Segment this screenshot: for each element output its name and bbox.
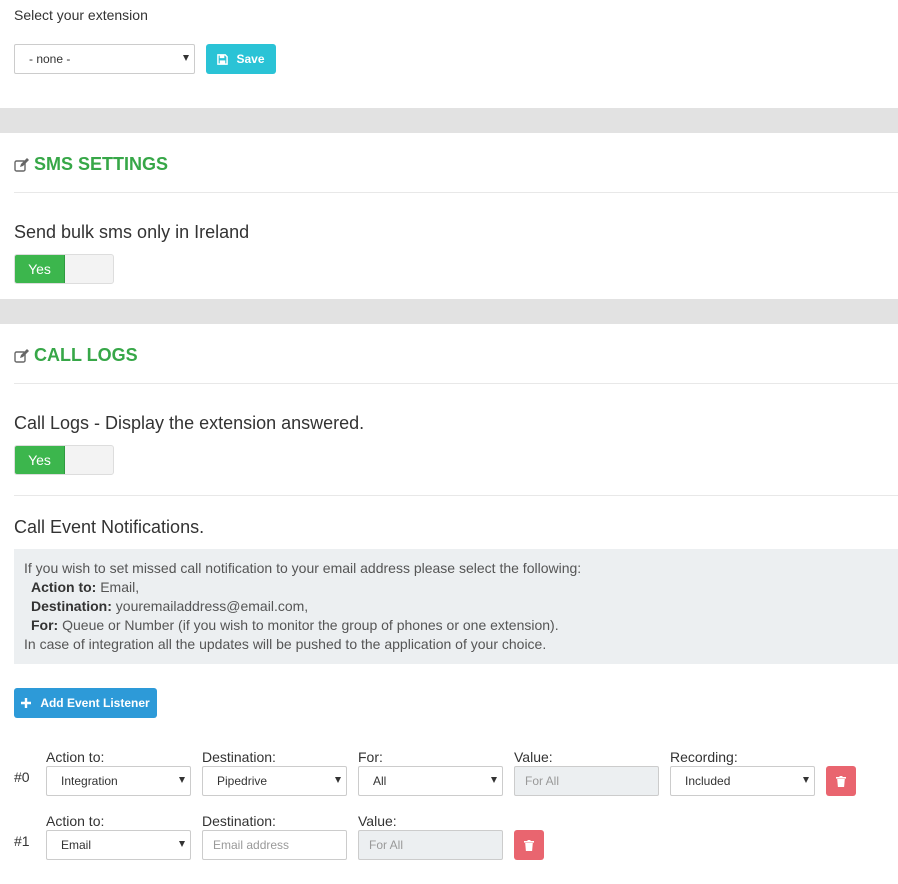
for-value: All [373,774,387,788]
value-input[interactable]: For All [358,830,503,860]
extension-select[interactable]: - none - [14,44,195,74]
listener-number: #0 [14,769,30,785]
notification-info-box: If you wish to set missed call notificat… [14,549,898,664]
call-logs-title: CALL LOGS [34,345,138,365]
display-extension-toggle[interactable]: Yes [14,445,114,475]
recording-label: Recording: [670,749,738,765]
bulk-sms-label: Send bulk sms only in Ireland [14,222,250,242]
edit-icon [14,157,29,172]
caret-down-icon [179,841,185,847]
destination-select[interactable]: Pipedrive [202,766,347,796]
info-line: Destination: youremailaddress@email.com, [24,597,888,616]
plus-icon [21,698,32,708]
info-key: Action to: [31,579,97,595]
recording-value: Included [685,774,731,788]
bulk-sms-toggle[interactable]: Yes [14,254,114,284]
toggle-on-label: Yes [15,255,65,283]
action-to-select[interactable]: Email [46,830,191,860]
info-line: Action to: Email, [24,578,888,597]
listener-number: #1 [14,833,30,849]
destination-label: Destination: [202,813,276,829]
caret-down-icon [491,777,497,783]
destination-label: Destination: [202,749,276,765]
value-label: Value: [358,813,397,829]
info-line: If you wish to set missed call notificat… [24,560,582,576]
info-line: In case of integration all the updates w… [24,636,547,652]
action-to-value: Email [61,838,92,852]
floppy-icon [217,53,229,65]
add-event-listener-label: Add Event Listener [40,696,150,710]
action-to-select[interactable]: Integration [46,766,191,796]
sms-settings-title: SMS SETTINGS [34,154,169,174]
info-key: For: [31,617,59,633]
recording-select[interactable]: Included [670,766,815,796]
extension-label: Select your extension [14,7,148,23]
add-event-listener-button[interactable]: Add Event Listener [14,688,157,718]
info-value: youremailaddress@email.com, [111,598,309,614]
sms-settings-header: SMS SETTINGS [14,154,168,175]
info-line: For: Queue or Number (if you wish to mon… [24,616,888,635]
action-to-label: Action to: [46,813,105,829]
delete-listener-button[interactable] [514,830,544,860]
caret-down-icon [803,777,809,783]
save-button[interactable]: Save [206,44,276,74]
save-button-label: Save [236,52,265,66]
caret-down-icon [335,777,341,783]
edit-icon [14,348,29,363]
extension-select-value: - none - [29,52,71,66]
section-divider [0,299,898,324]
info-key: Destination: [31,598,112,614]
caret-down-icon [183,55,189,61]
divider [14,383,898,384]
caret-down-icon [179,777,185,783]
value-input[interactable]: For All [514,766,659,796]
delete-listener-button[interactable] [826,766,856,796]
email-address-input[interactable]: Email address [202,830,347,860]
trash-icon [524,839,534,851]
trash-icon [836,775,846,787]
info-value: Email, [96,579,140,595]
action-to-label: Action to: [46,749,105,765]
for-select[interactable]: All [358,766,503,796]
divider [14,495,898,496]
divider [14,192,898,193]
call-logs-header: CALL LOGS [14,345,138,366]
display-extension-label: Call Logs - Display the extension answer… [14,413,365,433]
for-label: For: [358,749,383,765]
value-label: Value: [514,749,553,765]
call-event-notifications-label: Call Event Notifications. [14,517,205,537]
destination-value: Pipedrive [217,774,268,788]
info-value: Queue or Number (if you wish to monitor … [58,617,559,633]
toggle-on-label: Yes [15,446,65,474]
section-divider [0,108,898,133]
action-to-value: Integration [61,774,118,788]
